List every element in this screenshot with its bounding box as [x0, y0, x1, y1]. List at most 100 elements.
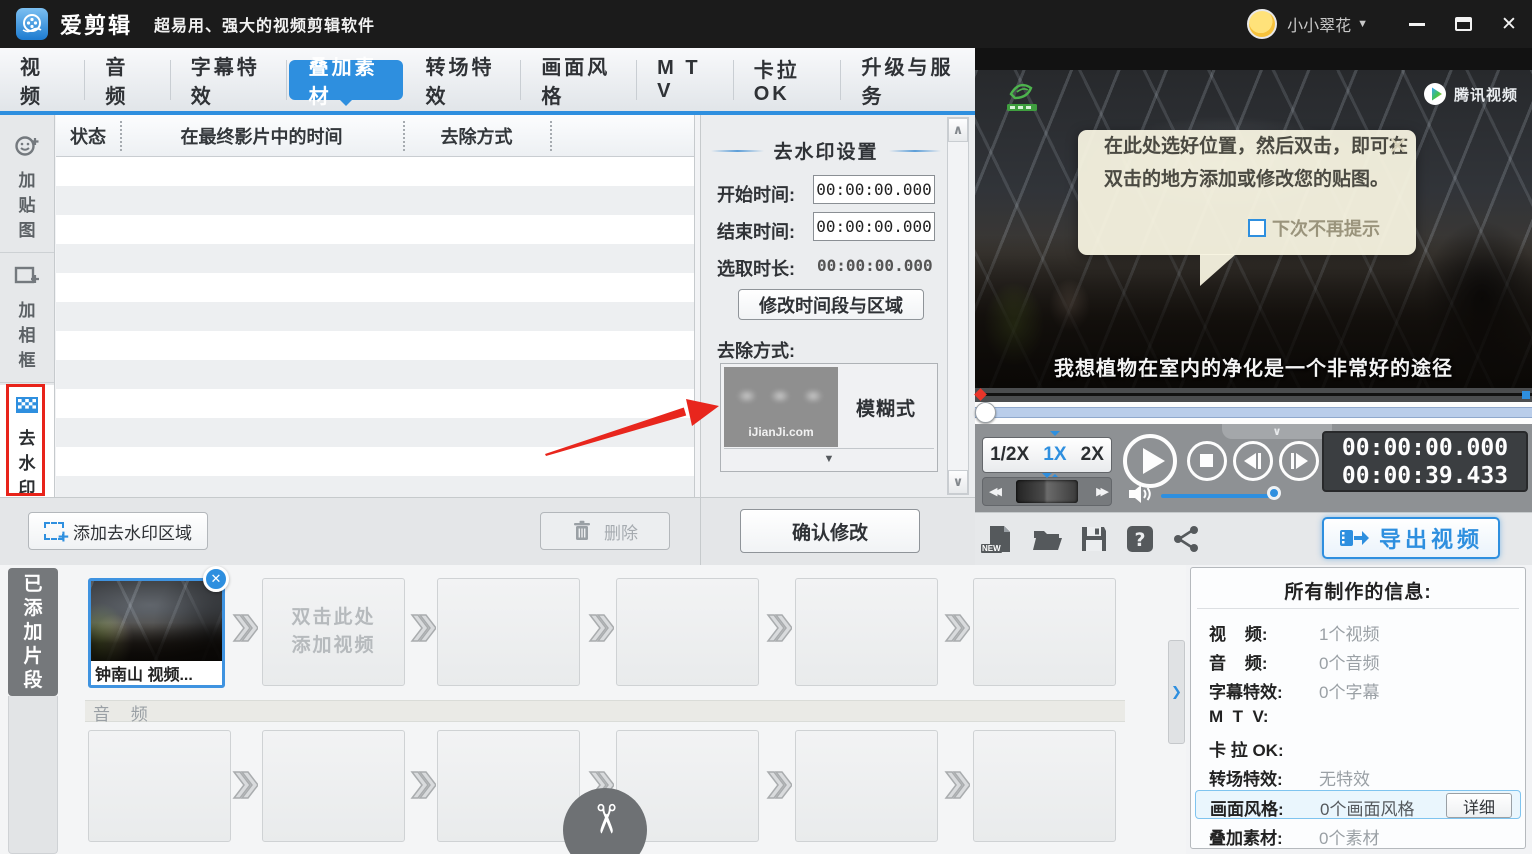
open-project-button[interactable]	[1031, 523, 1065, 555]
tooltip-close-icon[interactable]: ✕	[1388, 132, 1408, 161]
removal-method-dropdown[interactable]: iJianJi.com 模糊式 ▼	[720, 363, 938, 472]
confirm-changes-button[interactable]: 确认修改	[740, 509, 920, 553]
user-name[interactable]: 小小翠花	[1287, 12, 1351, 36]
dont-remind-option[interactable]: 下次不再提示	[1248, 215, 1380, 241]
save-project-button[interactable]	[1077, 523, 1111, 555]
speed-half[interactable]: 1/2X	[990, 444, 1029, 466]
trim-end-marker[interactable]	[1522, 391, 1530, 399]
video-preview[interactable]: 腾讯视频 ✕ 在此处选好位置，然后双击，即可在 双击的地方添加或修改您的贴图。 …	[975, 48, 1532, 388]
audio-empty-slot[interactable]	[795, 730, 938, 842]
jog-shuttle[interactable]: ◀◀ ▶▶	[982, 473, 1112, 506]
volume-icon[interactable]	[1127, 482, 1155, 506]
sticker-hint-tooltip: ✕ 在此处选好位置，然后双击，即可在 双击的地方添加或修改您的贴图。 下次不再提…	[1078, 130, 1416, 255]
volume-thumb[interactable]	[1267, 486, 1281, 500]
add-video-hint: 双击此处 添加视频	[291, 607, 376, 656]
tab-subtitle-fx[interactable]: 字幕特效	[171, 57, 287, 108]
stop-button[interactable]	[1187, 441, 1227, 481]
timeline-expander[interactable]: ❯	[1168, 640, 1185, 744]
scroll-down-icon[interactable]: ∨	[948, 470, 968, 494]
column-header-time: 在最终影片中的时间	[180, 127, 343, 147]
export-video-button[interactable]: 导出视频	[1322, 517, 1500, 559]
chevron-icon	[944, 614, 970, 642]
audio-empty-slot[interactable]	[973, 730, 1116, 842]
duration-value: 00:00:00.000	[817, 256, 933, 275]
watermark-table-header: 状态 在最终影片中的时间 去除方式	[56, 115, 694, 157]
audio-empty-slot[interactable]	[437, 730, 580, 842]
tab-overlay-material[interactable]: 叠加素材	[288, 57, 404, 108]
settings-title: 去水印设置	[711, 137, 941, 164]
tab-audio[interactable]: 音 频	[85, 57, 171, 108]
modify-time-region-button[interactable]: 修改时间段与区域	[738, 289, 924, 320]
minimize-button[interactable]	[1394, 0, 1440, 48]
tab-mtv[interactable]: M T V	[637, 57, 734, 102]
share-icon	[1174, 526, 1198, 552]
remove-clip-icon[interactable]: ✕	[203, 566, 229, 592]
timeline-empty-slot[interactable]	[616, 578, 759, 686]
tab-upgrade[interactable]: 升级与服务	[841, 57, 975, 108]
tab-karaoke[interactable]: 卡拉OK	[734, 59, 842, 105]
audio-empty-slot[interactable]	[88, 730, 231, 842]
app-window: 爱剪辑 超易用、强大的视频剪辑软件 小小翠花 ▼ ✕ 视 频 音 频 字幕特效 …	[0, 0, 1532, 854]
chevron-icon	[588, 614, 614, 642]
time-current: 00:00:00.000	[1341, 434, 1509, 461]
user-avatar[interactable]	[1247, 9, 1278, 39]
new-project-button[interactable]: NEW	[981, 523, 1017, 555]
audio-empty-slot[interactable]	[262, 730, 405, 842]
jog-back-icon[interactable]: ◀◀	[989, 485, 1002, 498]
tooltip-text-line2: 双击的地方添加或修改您的贴图。	[1104, 169, 1390, 190]
end-time-label: 结束时间:	[717, 222, 795, 242]
scroll-up-icon[interactable]: ∧	[948, 118, 968, 142]
maximize-button[interactable]	[1440, 0, 1486, 48]
dont-remind-checkbox[interactable]	[1248, 219, 1266, 237]
seek-track[interactable]	[975, 407, 1532, 418]
clip-name: 钟南山 视频...	[91, 661, 222, 685]
sidebar-item-add-frame[interactable]: 加 相 框	[0, 255, 54, 383]
preview-watermark-text: iJianJi.com	[748, 425, 814, 439]
tab-video[interactable]: 视 频	[0, 57, 86, 108]
settings-scrollbar[interactable]: ∧ ∨	[947, 117, 969, 495]
watermark-settings-panel: 去水印设置 开始时间: 结束时间: 选取时长: 00:00:00.000 修改时…	[700, 115, 975, 497]
timeline-empty-slot[interactable]: 双击此处 添加视频	[262, 578, 405, 686]
timeline-empty-slot[interactable]	[973, 578, 1116, 686]
info-row-overlay: 叠加素材: 0个素材	[1209, 829, 1380, 848]
start-time-input[interactable]	[813, 175, 935, 204]
jog-slider-handle[interactable]	[1016, 473, 1078, 503]
close-button[interactable]: ✕	[1486, 0, 1532, 48]
play-button[interactable]	[1123, 434, 1177, 488]
video-subtitle: 我想植物在室内的净化是一个非常好的途径	[1054, 358, 1453, 380]
delete-button[interactable]: 删除	[540, 512, 670, 550]
end-time-input[interactable]	[813, 212, 935, 241]
sidebar-item-add-sticker[interactable]: 加 贴 图	[0, 125, 54, 253]
dropdown-arrow-icon[interactable]: ▼	[724, 448, 934, 468]
chevron-icon	[944, 771, 970, 799]
play-logo-icon	[1423, 83, 1446, 105]
volume-slider[interactable]	[1161, 494, 1279, 498]
timeline-empty-slot[interactable]	[795, 578, 938, 686]
previous-frame-button[interactable]	[1233, 441, 1273, 481]
collapse-chevron-icon[interactable]: ∨	[1222, 424, 1332, 439]
speed-double[interactable]: 2X	[1081, 444, 1104, 466]
help-button[interactable]: ?	[1123, 523, 1157, 555]
share-button[interactable]	[1169, 523, 1203, 555]
timeline-empty-slot[interactable]	[437, 578, 580, 686]
detail-button[interactable]: 详细	[1446, 793, 1512, 818]
seek-thumb[interactable]	[975, 402, 996, 423]
trim-bar[interactable]	[974, 388, 1532, 402]
timeline-clip[interactable]: 钟南山 视频...	[88, 578, 225, 688]
jog-forward-icon[interactable]: ▶▶	[1096, 485, 1109, 498]
tab-picture-style[interactable]: 画面风格	[521, 57, 638, 108]
seek-bar[interactable]	[975, 402, 1532, 424]
next-frame-button[interactable]	[1279, 441, 1319, 481]
trim-start-marker[interactable]	[974, 388, 987, 401]
smiley-plus-icon	[15, 136, 39, 156]
speed-normal[interactable]: 1X	[1043, 431, 1067, 479]
added-clips-tab[interactable]: 已 添 加 片 段	[8, 568, 58, 696]
time-total: 00:00:39.433	[1341, 462, 1509, 489]
maximize-icon	[1454, 17, 1472, 31]
info-row-audio: 音 频: 0个音频	[1209, 654, 1380, 673]
info-panel-title: 所有制作的信息:	[1284, 582, 1432, 603]
export-film-icon	[1339, 530, 1369, 546]
add-watermark-region-button[interactable]: 添加去水印区域	[28, 512, 208, 550]
user-menu-caret-icon[interactable]: ▼	[1357, 18, 1368, 30]
tab-transition-fx[interactable]: 转场特效	[405, 57, 522, 108]
